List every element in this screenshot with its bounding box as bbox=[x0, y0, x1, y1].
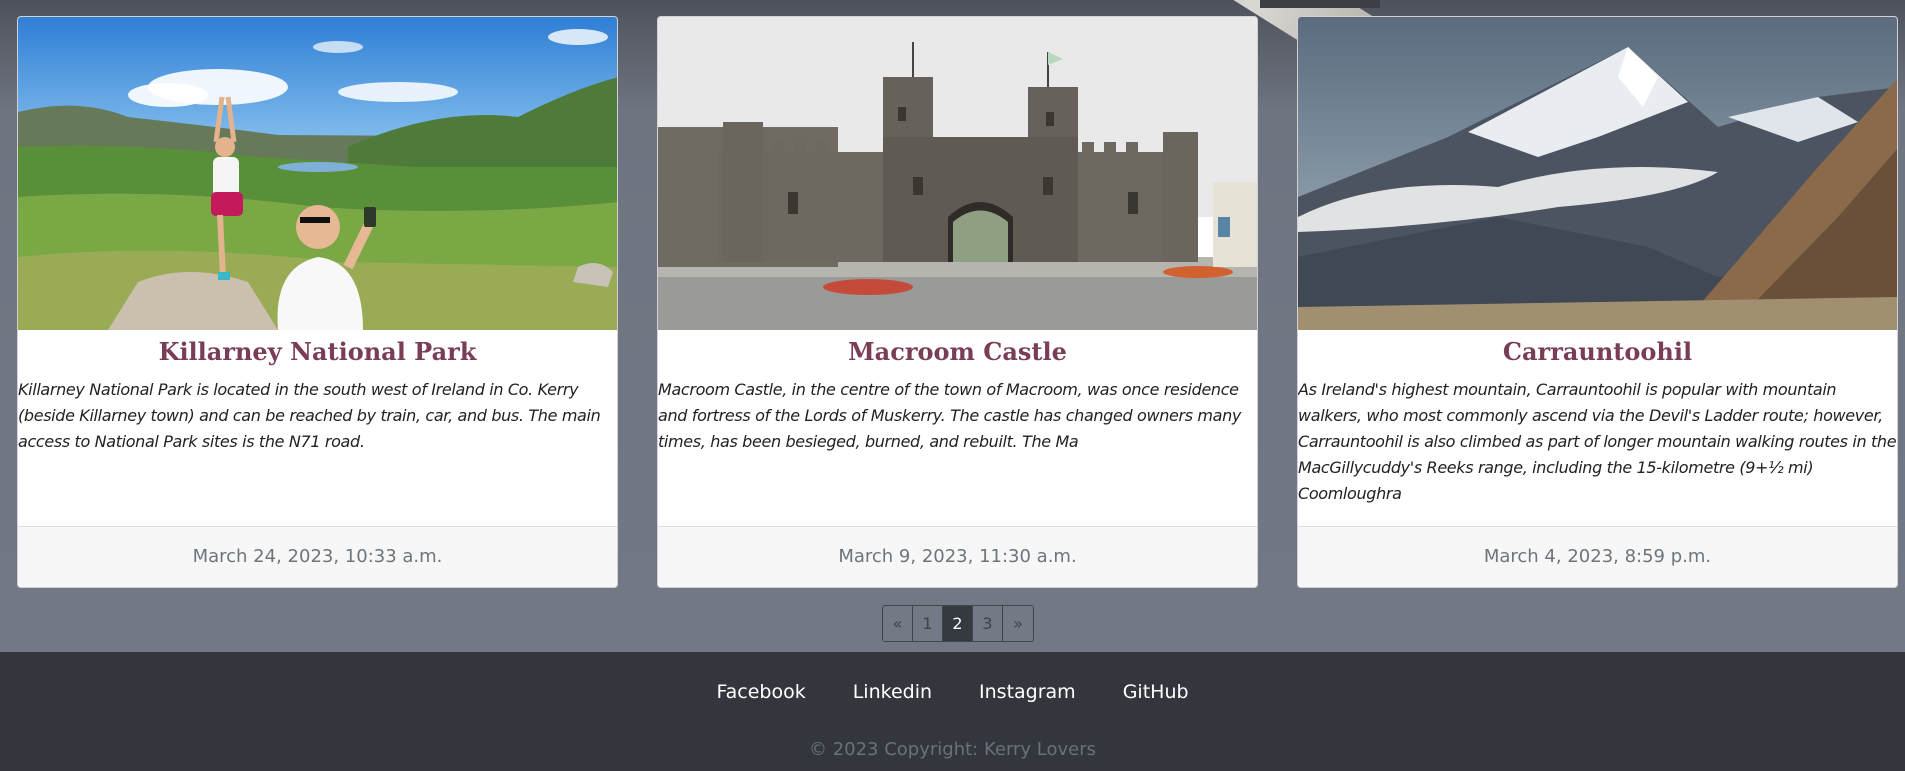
pagination: « 1 2 3 » bbox=[882, 605, 1034, 642]
page-3-button[interactable]: 3 bbox=[973, 606, 1003, 641]
linkedin-link[interactable]: Linkedin bbox=[853, 681, 932, 703]
card-excerpt: Killarney National Park is located in th… bbox=[18, 380, 601, 451]
card-image-carrauntoohil[interactable] bbox=[1298, 17, 1897, 330]
card-date: March 9, 2023, 11:30 a.m. bbox=[838, 546, 1077, 567]
site-footer: Facebook Linkedin Instagram GitHub © 202… bbox=[0, 652, 1905, 771]
card-excerpt: Macroom Castle, in the centre of the tow… bbox=[658, 380, 1242, 451]
card-title[interactable]: Carrauntoohil bbox=[1298, 330, 1897, 367]
copyright-text: © 2023 Copyright: Kerry Lovers bbox=[808, 739, 1097, 760]
card-date: March 24, 2023, 10:33 a.m. bbox=[192, 546, 443, 567]
background-photo-edge bbox=[1260, 0, 1380, 8]
social-links: Facebook Linkedin Instagram GitHub bbox=[0, 652, 1905, 732]
post-cards: Killarney National Park Killarney Nation… bbox=[17, 16, 1898, 590]
facebook-link[interactable]: Facebook bbox=[716, 681, 805, 703]
page-1-button[interactable]: 1 bbox=[913, 606, 943, 641]
card-footer: March 24, 2023, 10:33 a.m. bbox=[18, 526, 617, 587]
card-image-killarney[interactable] bbox=[18, 17, 617, 330]
card-date: March 4, 2023, 8:59 p.m. bbox=[1483, 546, 1712, 567]
page-next-button[interactable]: » bbox=[1003, 606, 1033, 641]
github-link[interactable]: GitHub bbox=[1123, 681, 1189, 703]
card-image-macroom-castle[interactable] bbox=[658, 17, 1257, 330]
card-title[interactable]: Macroom Castle bbox=[658, 330, 1257, 367]
card-title[interactable]: Killarney National Park bbox=[18, 330, 617, 367]
post-card[interactable]: Macroom Castle Macroom Castle, in the ce… bbox=[657, 16, 1258, 588]
card-footer: March 4, 2023, 8:59 p.m. bbox=[1298, 526, 1897, 587]
page-prev-button[interactable]: « bbox=[883, 606, 913, 641]
post-card[interactable]: Carrauntoohil As Ireland's highest mount… bbox=[1297, 16, 1898, 588]
page-2-button[interactable]: 2 bbox=[943, 606, 973, 641]
card-footer: March 9, 2023, 11:30 a.m. bbox=[658, 526, 1257, 587]
card-excerpt: As Ireland's highest mountain, Carraunto… bbox=[1298, 380, 1897, 503]
post-card[interactable]: Killarney National Park Killarney Nation… bbox=[17, 16, 618, 588]
instagram-link[interactable]: Instagram bbox=[979, 681, 1076, 703]
